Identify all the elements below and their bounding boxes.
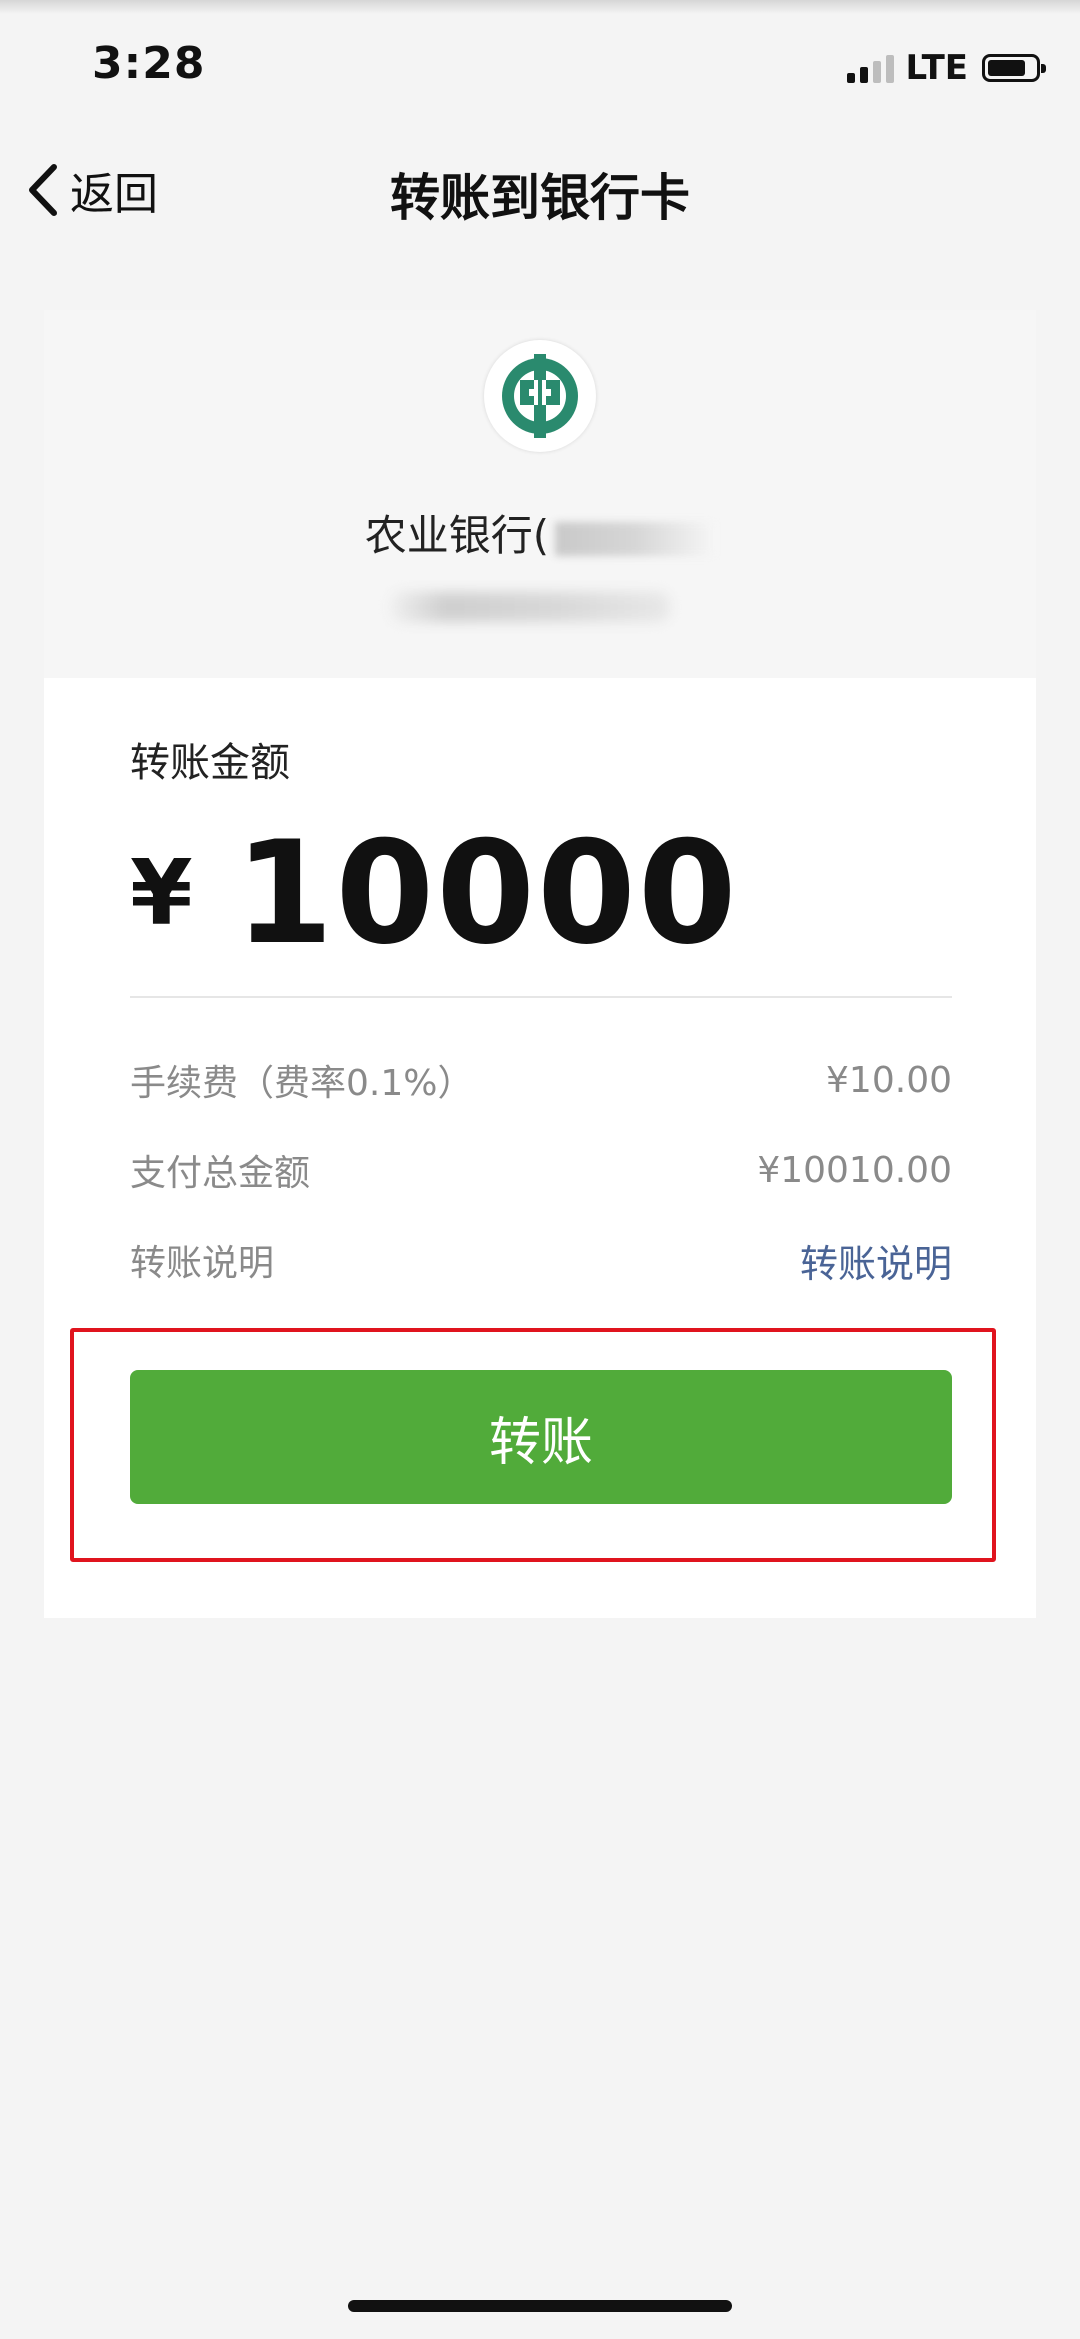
total-label: 支付总金额 [130,1153,311,1194]
home-indicator[interactable] [348,2300,732,2312]
currency-symbol: ¥ [130,840,193,946]
status-time: 3:28 [92,38,206,89]
transfer-button[interactable]: 转账 [130,1370,952,1504]
fee-row: 手续费（费率0.1%） ¥10.00 [130,1050,952,1110]
page-title: 转账到银行卡 [390,169,690,227]
amount-display[interactable]: ¥ 10000 [130,811,739,976]
bank-name-text: 农业银行( [364,511,550,560]
status-indicators: LTE [846,48,1046,88]
amount-label: 转账金额 [130,740,290,786]
divider [130,996,952,998]
bank-header: 农业银行( [44,310,1036,678]
fee-label: 手续费（费率0.1%） [130,1063,474,1104]
transfer-note-label: 转账说明 [130,1243,275,1284]
abc-bank-logo-icon [484,340,596,452]
top-shadow [0,0,1080,14]
total-row: 支付总金额 ¥10010.00 [130,1140,952,1200]
total-value: ¥10010.00 [757,1149,952,1191]
transfer-note-link[interactable]: 转账说明 [800,1233,952,1288]
fee-value: ¥10.00 [826,1059,952,1101]
amount-value: 10000 [234,810,739,976]
signal-icon [846,53,894,83]
masked-card-suffix [555,521,716,556]
transfer-note-row: 转账说明 转账说明 [130,1230,952,1290]
bank-name: 农业银行( [44,502,1036,563]
masked-account-holder [390,592,670,622]
network-type: LTE [905,48,968,88]
battery-icon [982,54,1046,82]
